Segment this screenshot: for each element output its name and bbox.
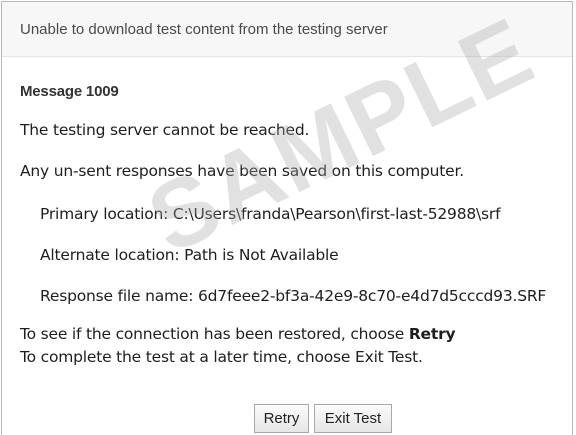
dialog-title: Unable to download test content from the… <box>20 21 388 38</box>
server-unreachable-text: The testing server cannot be reached. <box>20 121 310 139</box>
primary-location-text: Primary location: C:\Users\franda\Pearso… <box>40 205 501 223</box>
dialog-titlebar: Unable to download test content from the… <box>2 2 572 57</box>
responses-saved-text: Any un-sent responses have been saved on… <box>20 162 464 180</box>
response-file-name-text: Response file name: 6d7feee2-bf3a-42e9-8… <box>40 287 547 305</box>
error-dialog: Unable to download test content from the… <box>1 1 573 435</box>
alternate-location-text: Alternate location: Path is Not Availabl… <box>40 246 339 264</box>
retry-instruction-bold: Retry <box>408 325 456 343</box>
message-title: Message 1009 <box>20 83 119 100</box>
retry-instruction: To see if the connection has been restor… <box>20 325 456 343</box>
retry-instruction-prefix: To see if the connection has been restor… <box>20 325 409 343</box>
exit-instruction: To complete the test at a later time, ch… <box>20 348 423 366</box>
exit-test-button[interactable]: Exit Test <box>314 404 392 433</box>
retry-button[interactable]: Retry <box>254 404 309 433</box>
